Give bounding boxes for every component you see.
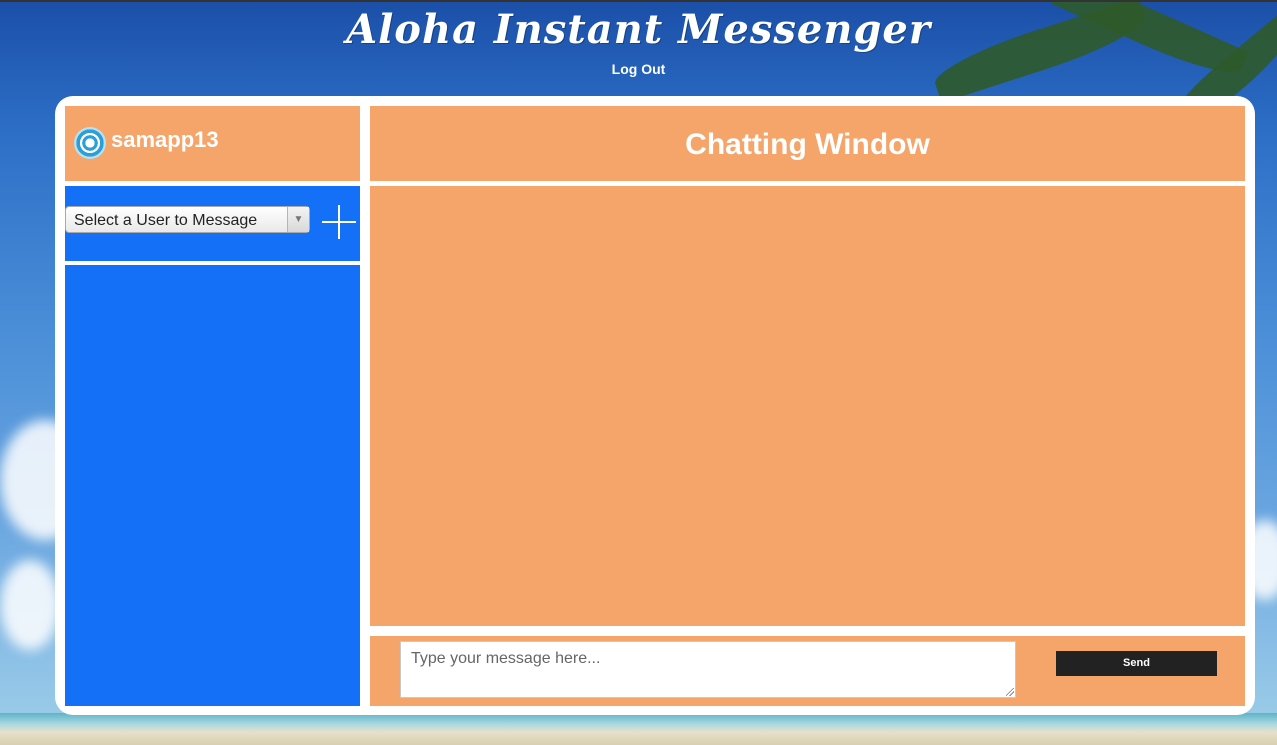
chat-header: Chatting Window — [370, 106, 1245, 181]
users-list — [65, 265, 360, 706]
message-input-panel: Send — [370, 636, 1245, 706]
cloud — [0, 560, 60, 650]
user-select-value: Select a User to Message — [74, 212, 258, 229]
avatar-icon — [74, 127, 106, 159]
logout-link[interactable]: Log Out — [0, 61, 1277, 77]
top-border — [0, 0, 1277, 2]
chat-divider — [370, 626, 1235, 636]
user-select-dropdown[interactable]: Select a User to Message ▼ — [65, 206, 310, 233]
user-header: samapp13 — [65, 106, 360, 181]
message-input[interactable] — [400, 641, 1016, 698]
chevron-down-icon: ▼ — [287, 207, 309, 232]
user-select-panel: Select a User to Message ▼ — [65, 186, 360, 261]
send-button[interactable]: Send — [1056, 651, 1217, 676]
chat-title: Chatting Window — [685, 128, 930, 161]
beach-sand — [0, 713, 1277, 745]
chat-messages-area — [370, 186, 1245, 626]
plus-icon[interactable] — [322, 205, 356, 239]
resize-handle-icon[interactable] — [1006, 688, 1014, 696]
username: samapp13 — [111, 127, 219, 152]
app-title: Aloha Instant Messenger — [346, 6, 931, 53]
